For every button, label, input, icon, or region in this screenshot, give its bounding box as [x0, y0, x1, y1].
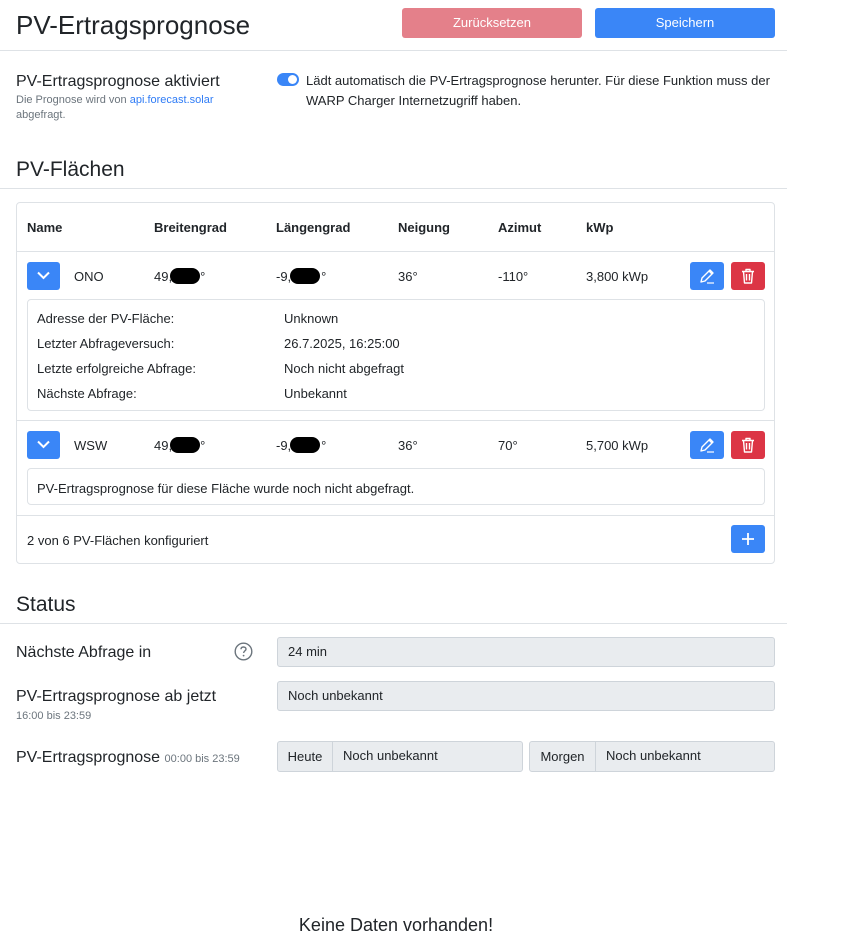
- status-section-title: Status: [16, 593, 76, 616]
- delete-row-wsw-button[interactable]: [731, 431, 765, 459]
- activation-hint: Die Prognose wird von api.forecast.solar…: [16, 94, 214, 121]
- add-pv-plane-button[interactable]: [731, 525, 765, 553]
- detail-label-last-attempt: Letzter Abfrageversuch:: [37, 336, 175, 351]
- detail-label-next-query: Nächste Abfrage:: [37, 386, 137, 401]
- row-name: ONO: [74, 269, 104, 284]
- row-name: WSW: [74, 438, 108, 453]
- detail-value-last-attempt: 26.7.2025, 16:25:00: [284, 336, 400, 351]
- next-query-label: Nächste Abfrage in: [16, 644, 152, 661]
- expand-row-wsw-button[interactable]: [27, 431, 60, 459]
- redacted-latitude: [170, 268, 200, 284]
- chevron-down-icon: [37, 271, 50, 280]
- redacted-latitude: [170, 437, 200, 453]
- forecast-range: 00:00 bis 23:59: [164, 753, 240, 765]
- detail-value-next-query: Unbekannt: [284, 386, 347, 401]
- pv-count-text: 2 von 6 PV-Flächen konfiguriert: [27, 533, 209, 548]
- header-divider: [0, 50, 787, 51]
- pv-section-title: PV-Flächen: [16, 158, 125, 181]
- reset-button[interactable]: Zurücksetzen: [402, 8, 582, 38]
- chevron-down-icon: [37, 440, 50, 449]
- redacted-longitude: [290, 268, 320, 284]
- detail-value-address: Unknown: [284, 311, 339, 326]
- forecast-from-now-field: Noch unbekannt: [277, 681, 775, 711]
- chart-empty-message: Keine Daten vorhanden!: [298, 915, 494, 935]
- today-forecast-field: Noch unbekannt: [332, 741, 523, 772]
- column-header-latitude: Breitengrad: [154, 220, 227, 235]
- today-addon: Heute: [277, 741, 333, 772]
- trash-icon: [742, 437, 754, 453]
- expand-row-ono-button[interactable]: [27, 262, 60, 290]
- row-tilt: 36°: [398, 438, 418, 453]
- tomorrow-forecast-field: Noch unbekannt: [595, 741, 775, 772]
- row-azimuth: 70°: [498, 438, 518, 453]
- footer-divider: [17, 515, 774, 516]
- activation-label: PV-Ertragsprognose aktiviert: [16, 73, 220, 90]
- forecast-solar-link[interactable]: api.forecast.solar: [130, 94, 214, 106]
- column-header-name: Name: [27, 220, 63, 235]
- forecast-from-now-range: 16:00 bis 23:59: [16, 710, 92, 722]
- trash-icon: [742, 268, 754, 284]
- plus-icon: [742, 533, 754, 545]
- detail-label-address: Adresse der PV-Fläche:: [37, 311, 175, 326]
- status-section-divider: [0, 623, 787, 624]
- row-azimuth: -110°: [498, 269, 529, 284]
- page-title: PV-Ertragsprognose: [16, 10, 251, 40]
- save-button[interactable]: Speichern: [595, 8, 775, 38]
- pencil-icon: [700, 438, 714, 453]
- row-tilt: 36°: [398, 269, 418, 284]
- detail-value-last-success: Noch nicht abgefragt: [284, 361, 404, 376]
- pv-section-divider: [0, 188, 787, 189]
- row-kwp: 5,700 kWp: [586, 438, 649, 453]
- forecast-from-now-label: PV-Ertragsprognose ab jetzt: [16, 688, 217, 705]
- column-header-kwp: kWp: [586, 220, 614, 235]
- column-header-tilt: Neigung: [398, 220, 450, 235]
- column-header-longitude: Längengrad: [276, 220, 351, 235]
- column-header-azimuth: Azimut: [498, 220, 542, 235]
- activation-toggle[interactable]: [277, 73, 299, 86]
- next-query-field: 24 min: [277, 637, 775, 667]
- row-divider: [17, 420, 774, 421]
- delete-row-ono-button[interactable]: [731, 262, 765, 290]
- tomorrow-addon: Morgen: [529, 741, 596, 772]
- help-icon[interactable]: [234, 642, 253, 666]
- pencil-icon: [700, 269, 714, 284]
- detail-label-last-success: Letzte erfolgreiche Abfrage:: [37, 361, 196, 376]
- row-kwp: 3,800 kWp: [586, 269, 649, 284]
- redacted-longitude: [290, 437, 320, 453]
- forecast-label: PV-Ertragsprognose 00:00 bis 23:59: [16, 749, 240, 766]
- table-header-divider: [17, 251, 774, 252]
- detail-note: PV-Ertragsprognose für diese Fläche wurd…: [37, 481, 415, 496]
- activation-description: Lädt automatisch die PV-Ertragsprognose …: [306, 73, 770, 108]
- edit-row-ono-button[interactable]: [690, 262, 724, 290]
- edit-row-wsw-button[interactable]: [690, 431, 724, 459]
